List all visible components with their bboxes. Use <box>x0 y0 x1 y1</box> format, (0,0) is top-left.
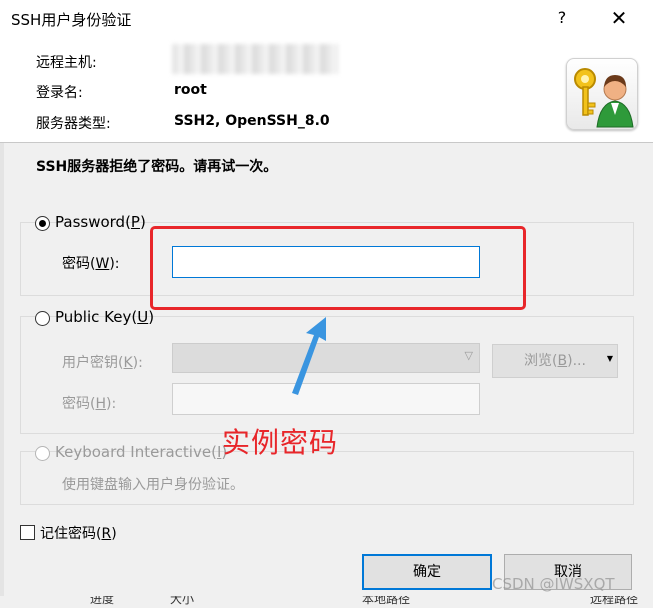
background-window-strip: 进度 大小 本地路径 远程路径 <box>0 596 653 607</box>
remote-host-label: 远程主机: <box>36 55 97 71</box>
remote-host-value-redacted <box>172 44 338 74</box>
close-button[interactable]: ✕ <box>597 4 641 32</box>
username-value: root <box>174 82 207 98</box>
auth-panel: SSH服务器拒绝了密码。请再试一次。 Password(P) 密码(W): Pu… <box>0 142 653 608</box>
keyboard-interactive-radio[interactable] <box>35 446 50 461</box>
bg-column-size: 大小 <box>170 596 195 606</box>
ok-button[interactable]: 确定 <box>362 554 492 590</box>
left-edge <box>0 143 4 598</box>
password-radio-label[interactable]: Password(P) <box>55 213 146 231</box>
password-radio[interactable] <box>35 216 50 231</box>
chevron-down-icon: ▽ <box>464 349 473 362</box>
rejection-message: SSH服务器拒绝了密码。请再试一次。 <box>36 159 278 175</box>
connection-info-header: 远程主机: 登录名: root 服务器类型: SSH2, OpenSSH_8.0 <box>0 36 653 142</box>
help-button[interactable]: ? <box>540 4 584 32</box>
server-type-label: 服务器类型: <box>36 116 111 132</box>
public-key-radio-label[interactable]: Public Key(U) <box>55 308 154 326</box>
key-user-icon <box>566 58 638 130</box>
passphrase-label: 密码(H): <box>62 396 117 412</box>
server-type-value: SSH2, OpenSSH_8.0 <box>174 113 330 129</box>
dropdown-arrow-icon: ▼ <box>606 354 613 363</box>
title-bar: SSH用户身份验证 ? ✕ <box>0 0 653 36</box>
watermark: CSDN @IWSXQT <box>492 575 615 593</box>
username-label: 登录名: <box>36 85 83 101</box>
remember-password-label[interactable]: 记住密码(R) <box>40 523 117 543</box>
annotation-highlight-box <box>150 226 526 310</box>
keyboard-interactive-description: 使用键盘输入用户身份验证。 <box>62 477 244 493</box>
annotation-arrow-icon <box>292 317 326 395</box>
user-key-label: 用户密钥(K): <box>62 355 143 371</box>
remember-password-checkbox[interactable] <box>20 525 35 540</box>
bg-column-local-path: 本地路径 <box>362 596 411 606</box>
bg-column-progress: 进度 <box>90 596 115 606</box>
annotation-label: 实例密码 <box>222 426 339 459</box>
ssh-auth-dialog: SSH用户身份验证 ? ✕ 远程主机: 登录名: root 服务器类型: SSH… <box>0 0 653 608</box>
browse-button[interactable]: 浏览(B)... ▼ <box>492 344 618 378</box>
public-key-radio[interactable] <box>35 311 50 326</box>
window-title: SSH用户身份验证 <box>11 11 132 29</box>
password-field-label: 密码(W): <box>62 256 120 272</box>
keyboard-interactive-radio-label[interactable]: Keyboard Interactive(I) <box>55 443 227 461</box>
bg-column-remote-path: 远程路径 <box>590 596 639 606</box>
